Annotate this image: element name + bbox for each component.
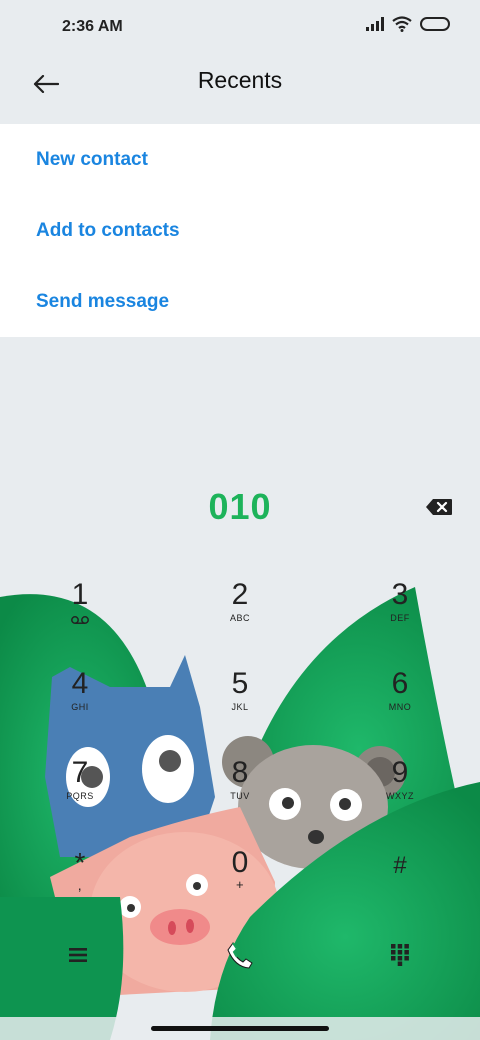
key-digit: 7 [71, 756, 89, 789]
key-letters: WXYZ [386, 791, 414, 801]
dialed-number: 010 [208, 486, 272, 527]
action-menu: New contact Add to contacts Send message [0, 124, 480, 337]
app-header: Recents [0, 56, 480, 124]
page-title: Recents [197, 67, 283, 93]
signal-icon [366, 17, 384, 31]
backspace-icon [426, 499, 452, 515]
key-3[interactable]: 3 DEF [340, 578, 460, 658]
call-button[interactable] [210, 930, 270, 980]
key-letters: MNO [388, 702, 412, 712]
key-digit: 4 [71, 667, 89, 700]
key-digit: 8 [231, 756, 249, 789]
key-letters: ABC [229, 613, 250, 623]
call-icon [227, 942, 253, 969]
key-1[interactable]: 1 [20, 578, 140, 658]
delete-button[interactable] [424, 496, 454, 518]
key-letters: GHI [71, 702, 89, 712]
key-digit: 5 [231, 667, 249, 700]
status-bar: 2:36 AM [0, 0, 480, 56]
send-message-button[interactable]: Send message [0, 266, 480, 337]
key-9[interactable]: 9 WXYZ [340, 756, 460, 836]
menu-icon [69, 948, 87, 962]
key-0[interactable]: 0 + [180, 846, 300, 926]
key-letters: TUV [230, 791, 250, 801]
dialpad-button[interactable] [370, 930, 430, 980]
key-letters: DEF [390, 613, 410, 623]
key-5[interactable]: 5 JKL [180, 667, 300, 747]
key-letters: PQRS [66, 791, 94, 801]
key-letters: , [77, 877, 83, 893]
key-digit: # [393, 852, 407, 879]
status-time: 2:36 AM [62, 18, 123, 35]
key-letters: + [235, 877, 245, 892]
key-4[interactable]: 4 GHI [20, 667, 140, 747]
key-2[interactable]: 2 ABC [180, 578, 300, 658]
key-7[interactable]: 7 PQRS [20, 756, 140, 836]
key-digit: * [74, 847, 86, 878]
key-digit: 0 [231, 846, 249, 879]
key-hash[interactable]: # [340, 846, 460, 926]
key-digit: 2 [231, 578, 249, 611]
status-icons [366, 16, 450, 32]
key-star[interactable]: * , [20, 846, 140, 926]
add-to-contacts-button[interactable]: Add to contacts [0, 195, 480, 266]
key-digit: 1 [71, 578, 89, 611]
voicemail-icon [71, 616, 89, 624]
key-digit: 6 [391, 667, 409, 700]
key-digit: 9 [391, 756, 409, 789]
key-digit: 3 [391, 578, 409, 611]
home-indicator[interactable] [151, 1026, 329, 1031]
dialpad-icon [391, 944, 409, 966]
menu-button[interactable] [48, 930, 108, 980]
key-8[interactable]: 8 TUV [180, 756, 300, 836]
battery-icon [420, 17, 450, 31]
key-6[interactable]: 6 MNO [340, 667, 460, 747]
wifi-icon [392, 16, 412, 32]
key-letters: JKL [231, 702, 249, 712]
new-contact-button[interactable]: New contact [0, 124, 480, 195]
